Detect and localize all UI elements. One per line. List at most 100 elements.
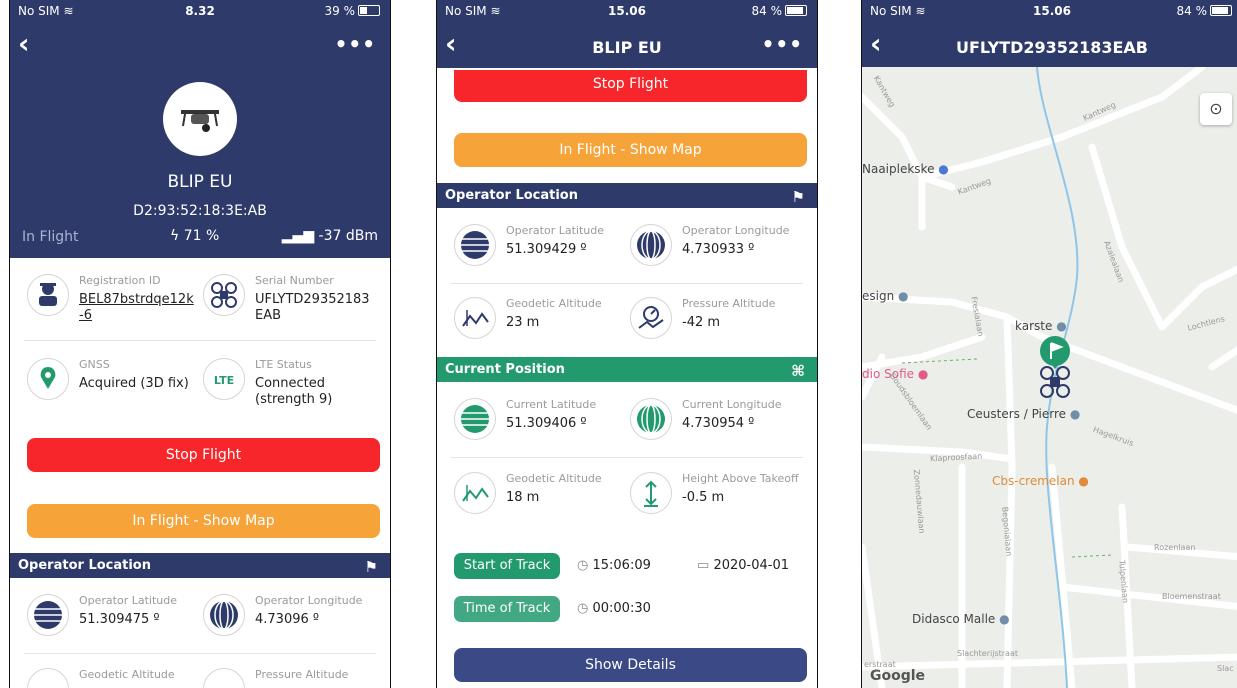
google-logo: Google bbox=[870, 668, 926, 684]
show-map-button[interactable]: In Flight - Show Map bbox=[27, 504, 380, 538]
battery-icon bbox=[358, 5, 380, 16]
map-view[interactable]: ⊙ Naaiplekske ● esign ● karste ● dio Sof… bbox=[862, 67, 1237, 688]
op-lat-value: 51.309429 º bbox=[506, 242, 587, 257]
current-longitude-cell: Current Longitude 4.730954 º bbox=[630, 394, 810, 450]
battery-percent: 84 % bbox=[751, 4, 783, 18]
start-date: ▭ 2020-04-01 bbox=[697, 558, 789, 573]
lte-cell: LTE LTE Status Connected (strength 9) bbox=[203, 354, 383, 410]
gnss-value: Acquired (3D fix) bbox=[79, 376, 189, 391]
map-screen: No SIM ≋ 15.06 84 % ‹ UFLYTD29352183EAB bbox=[862, 0, 1237, 688]
op-lon-label: Operator Longitude bbox=[682, 224, 790, 237]
gnss-label: GNSS bbox=[79, 358, 110, 371]
gauge-icon bbox=[203, 668, 245, 688]
crosshair-icon: ⊙ bbox=[1209, 99, 1223, 118]
poi-label: dio Sofie bbox=[862, 367, 915, 381]
operator-longitude-cell: Operator Longitude 4.73096 º bbox=[203, 590, 383, 646]
battery-percent: 39 % bbox=[324, 4, 356, 18]
current-latitude-cell: Current Latitude 51.309406 º bbox=[454, 394, 634, 450]
serial-cell: Serial Number UFLYTD29352183EAB bbox=[203, 270, 383, 326]
lte-label: LTE Status bbox=[255, 358, 312, 371]
time-of-track-badge: Time of Track bbox=[454, 596, 560, 622]
geo-alt-label: Geodetic Altitude bbox=[79, 668, 175, 681]
lte-icon-text: LTE bbox=[213, 374, 235, 387]
cur-geo-value: 18 m bbox=[506, 490, 540, 505]
serial-value: UFLYTD29352183EAB bbox=[255, 292, 370, 323]
more-options-button[interactable]: ••• bbox=[762, 32, 803, 56]
street-label: Slachterijstraat bbox=[957, 649, 1018, 658]
divider bbox=[24, 653, 376, 654]
operator-longitude-cell: Operator Longitude 4.730933 º bbox=[630, 220, 810, 276]
recenter-button[interactable]: ⊙ bbox=[1200, 93, 1232, 125]
lte-icon: LTE bbox=[203, 358, 245, 400]
op-lon-value: 4.730933 º bbox=[682, 242, 755, 257]
flight-state: In Flight bbox=[22, 229, 79, 245]
back-button[interactable]: ‹ bbox=[18, 30, 30, 58]
poi-label: Naaiplekske bbox=[862, 162, 935, 176]
place-pin-icon: ● bbox=[1056, 319, 1067, 333]
op-geo-label: Geodetic Altitude bbox=[506, 297, 602, 310]
street-label: Slac bbox=[1217, 664, 1234, 673]
operator-pressure-cell: Pressure Altitude -42 m bbox=[630, 293, 810, 349]
status-bar: No SIM ≋ 15.06 84 % bbox=[437, 0, 817, 22]
cur-lon-value: 4.730954 º bbox=[682, 416, 755, 431]
poi-cbs-cremelan[interactable]: Cbs-cremelan ● bbox=[992, 474, 1089, 488]
poi-design[interactable]: esign ● bbox=[862, 289, 909, 303]
place-pin-icon: ● bbox=[999, 612, 1010, 626]
op-press-value: -42 m bbox=[682, 315, 721, 330]
show-details-button[interactable]: Show Details bbox=[454, 648, 807, 682]
battery-level: ϟ 71 % bbox=[170, 228, 219, 244]
start-time-text: 15:06:09 bbox=[592, 558, 651, 573]
camera-pin-icon: ● bbox=[917, 367, 929, 381]
drone-icon bbox=[1040, 366, 1070, 398]
press-alt-label: Pressure Altitude bbox=[255, 668, 349, 681]
operator-location-section: Operator Location ⚑ bbox=[437, 183, 817, 208]
poi-naaiplekske[interactable]: Naaiplekske ● bbox=[862, 162, 949, 176]
section-title: Operator Location bbox=[445, 188, 578, 203]
divider bbox=[451, 283, 803, 284]
status-bar: No SIM ≋ 8.32 39 % bbox=[10, 0, 390, 22]
drone-icon: ⌘ bbox=[791, 362, 805, 380]
poi-label: Didasco Malle bbox=[912, 612, 996, 626]
current-position-section: Current Position ⌘ bbox=[437, 357, 817, 382]
device-name: BLIP EU bbox=[167, 172, 233, 192]
operator-latitude-cell: Operator Latitude 51.309475 º bbox=[27, 590, 207, 646]
divider bbox=[451, 457, 803, 458]
poi-didasco[interactable]: Didasco Malle ● bbox=[912, 612, 1010, 626]
stop-flight-button[interactable]: Stop Flight bbox=[27, 438, 380, 472]
location-pin-icon bbox=[27, 358, 69, 400]
poi-label: Cbs-cremelan bbox=[992, 474, 1075, 488]
latitude-globe-icon bbox=[454, 398, 496, 440]
poi-label: esign bbox=[862, 289, 895, 303]
pilot-icon bbox=[27, 274, 69, 316]
longitude-globe-icon bbox=[203, 594, 245, 636]
poi-karste[interactable]: karste ● bbox=[1015, 319, 1067, 333]
battery-icon bbox=[785, 5, 807, 16]
op-lon-label: Operator Longitude bbox=[255, 594, 363, 607]
street-label: Rozenlaan bbox=[1154, 543, 1196, 552]
track-duration: ◷ 00:00:30 bbox=[577, 601, 651, 616]
cur-geo-label: Geodetic Altitude bbox=[506, 472, 602, 485]
status-bar: No SIM ≋ 15.06 84 % bbox=[862, 0, 1237, 22]
place-pin-icon: ● bbox=[898, 289, 909, 303]
more-options-button[interactable]: ••• bbox=[335, 32, 376, 56]
cur-height-label: Height Above Takeoff bbox=[682, 472, 799, 485]
drone-detail-screen: No SIM ≋ 8.32 39 % ‹ ••• BLIP EU D2:93:5… bbox=[10, 0, 390, 688]
navbar: ‹ UFLYTD29352183EAB bbox=[862, 24, 1237, 66]
operator-geodetic-cell: Geodetic Altitude 23 m bbox=[454, 293, 634, 349]
clock-icon: ◷ bbox=[577, 601, 589, 616]
geodetic-altitude-cell: Geodetic Altitude bbox=[27, 664, 207, 688]
serial-label: Serial Number bbox=[255, 274, 334, 287]
section-title: Current Position bbox=[445, 362, 565, 377]
stop-flight-button[interactable]: Stop Flight bbox=[454, 70, 807, 102]
gnss-cell: GNSS Acquired (3D fix) bbox=[27, 354, 207, 410]
show-map-button[interactable]: In Flight - Show Map bbox=[454, 133, 807, 167]
start-time: ◷ 15:06:09 bbox=[577, 558, 651, 573]
divider bbox=[24, 340, 376, 341]
flag-icon: ⚑ bbox=[364, 558, 378, 576]
food-pin-icon: ● bbox=[1078, 474, 1089, 488]
mac-address: D2:93:52:18:3E:AB bbox=[133, 203, 267, 219]
drone-marker[interactable] bbox=[1025, 335, 1085, 415]
registration-link[interactable]: BEL87bstrdqe12k-6 bbox=[79, 292, 197, 324]
operator-latitude-cell: Operator Latitude 51.309429 º bbox=[454, 220, 634, 276]
mountain-altitude-icon bbox=[454, 472, 496, 514]
